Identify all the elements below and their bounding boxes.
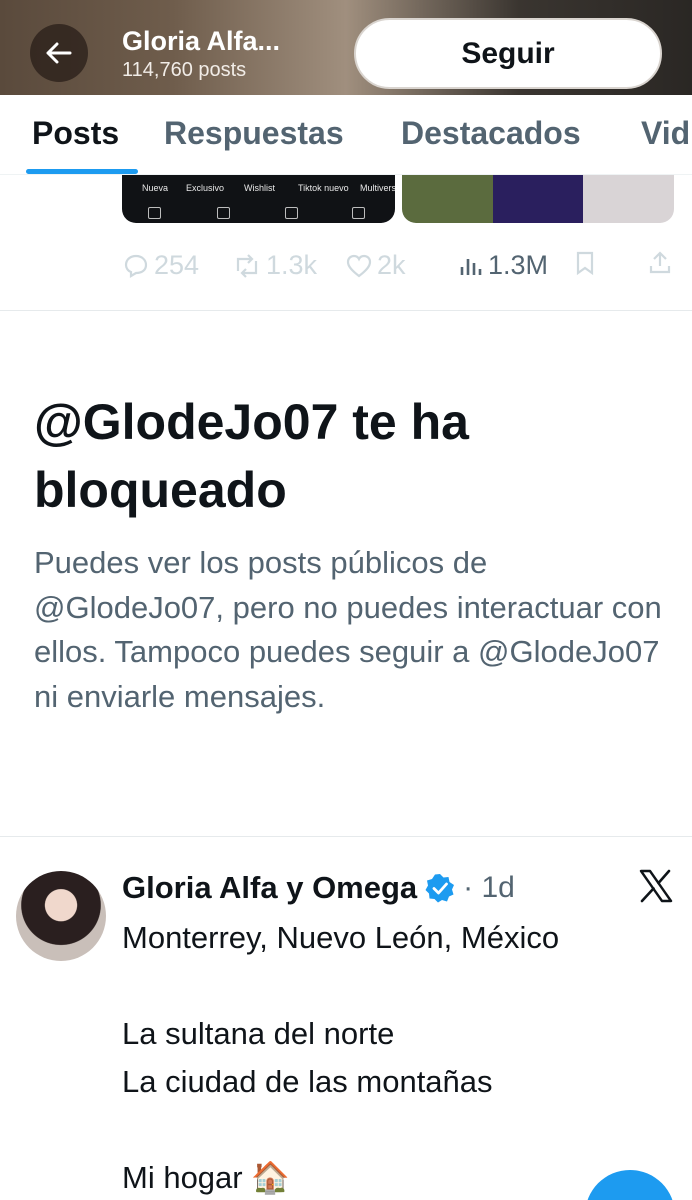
media-image — [492, 175, 584, 223]
media-image — [583, 175, 674, 223]
views-count: 1.3M — [488, 250, 549, 280]
reply-icon — [124, 254, 148, 278]
views-button[interactable]: 1.3M — [458, 250, 548, 281]
blocked-title: @GlodeJo07 te ha bloqueado — [34, 394, 469, 518]
tab-videos[interactable]: Vid — [641, 115, 690, 152]
highlight-label: Nueva — [142, 183, 169, 193]
grid-icon — [148, 207, 161, 219]
profile-tabs: Posts Respuestas Destacados Vid — [0, 95, 692, 175]
highlight-label: Wishlist — [244, 183, 275, 193]
highlight-label: Exclusivo — [186, 183, 225, 193]
arrow-left-icon — [46, 42, 72, 64]
tweet-timestamp: · 1d — [463, 871, 515, 904]
tweet-header: Gloria Alfa y Omega · 1d — [122, 866, 515, 910]
bookmark-icon — [576, 251, 594, 276]
profile-name: Gloria Alfa... — [122, 26, 281, 56]
heart-icon — [346, 254, 372, 277]
active-tab-indicator — [26, 169, 138, 174]
divider — [0, 310, 692, 311]
views-icon — [460, 258, 482, 275]
post-media-right[interactable] — [402, 175, 674, 223]
repost-icon — [236, 253, 258, 278]
share-button[interactable] — [648, 250, 672, 276]
camera-icon — [352, 207, 365, 219]
avatar[interactable] — [16, 871, 106, 961]
follow-button[interactable]: Seguir — [354, 18, 662, 89]
post-media-left[interactable]: Nueva Exclusivo Wishlist Tiktok nuevo Mu… — [122, 175, 395, 223]
blocked-description: Puedes ver los posts públicos de @GlodeJ… — [34, 545, 662, 714]
repost-count: 1.3k — [266, 250, 318, 280]
posts-count: 114,760 posts — [122, 59, 247, 81]
post-actions: 254 1.3k 2k 1.3M — [122, 250, 672, 290]
tweet-author-name[interactable]: Gloria Alfa y Omega — [122, 870, 417, 906]
like-count: 2k — [377, 250, 406, 280]
share-icon — [649, 251, 671, 274]
divider — [0, 836, 692, 837]
reply-button[interactable]: 254 — [122, 250, 199, 281]
back-button[interactable] — [30, 24, 88, 82]
highlight-label: Multivers — [360, 183, 395, 193]
reply-count: 254 — [154, 250, 200, 280]
tab-respuestas[interactable]: Respuestas — [164, 115, 344, 152]
repost-button[interactable]: 1.3k — [232, 250, 317, 281]
like-button[interactable]: 2k — [345, 250, 406, 281]
verified-badge-icon — [425, 873, 455, 903]
play-icon — [285, 207, 298, 219]
tweet-body: Monterrey, Nuevo León, México La sultana… — [122, 920, 560, 1195]
media-image — [402, 175, 493, 223]
tab-posts[interactable]: Posts — [32, 115, 119, 152]
bookmark-button[interactable] — [574, 250, 596, 276]
crown-icon — [217, 207, 230, 219]
x-logo-icon[interactable] — [638, 869, 674, 908]
tab-destacados[interactable]: Destacados — [401, 115, 581, 152]
profile-header: Gloria Alfa... 114,760 posts Seguir — [0, 0, 692, 95]
highlight-label: Tiktok nuevo — [298, 183, 349, 193]
